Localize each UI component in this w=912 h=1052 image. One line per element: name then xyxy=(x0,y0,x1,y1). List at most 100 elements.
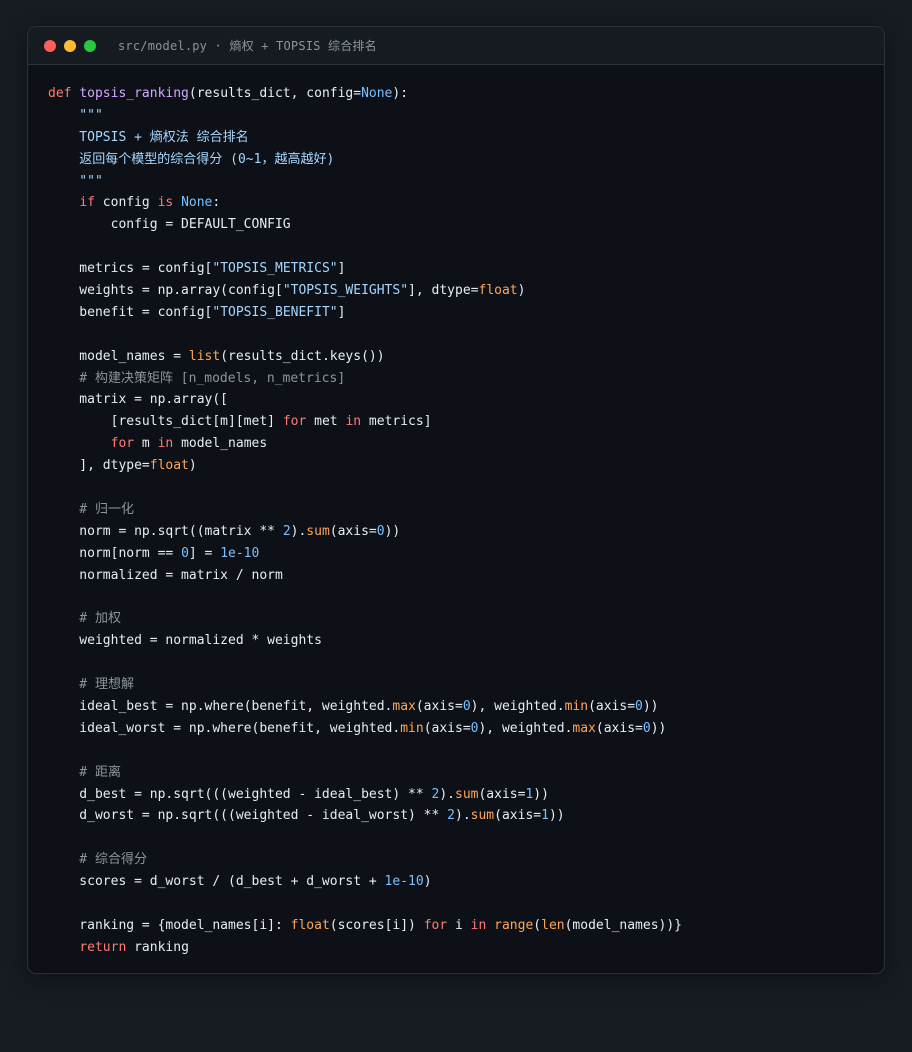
code-line: weights = np.array(config["TOPSIS_WEIGHT… xyxy=(48,280,884,302)
code-token: topsis_ranking xyxy=(79,86,189,101)
code-token: ) xyxy=(517,283,526,299)
code-token: [results_dict[m][met] xyxy=(48,414,283,430)
code-token: sum xyxy=(455,786,479,802)
code-token: 1e-10 xyxy=(384,874,424,890)
window-titlebar: src/model.py · 熵权 + TOPSIS 综合排名 xyxy=(28,27,884,65)
code-token: for xyxy=(423,917,448,933)
code-line: return ranking xyxy=(48,937,884,959)
code-line: [results_dict[m][met] for met in metrics… xyxy=(48,411,884,433)
code-token: for xyxy=(110,436,135,452)
code-line: matrix = np.array([ xyxy=(48,389,884,411)
code-token: d_worst = np.sqrt(((weighted - ideal_wor… xyxy=(48,808,448,824)
code-token: m xyxy=(134,436,158,452)
code-token: 0 xyxy=(376,523,385,539)
code-line: ], dtype=float) xyxy=(48,455,884,477)
code-token: ranking = {model_names[i]: xyxy=(48,917,291,933)
code-token: "TOPSIS_METRICS" xyxy=(212,261,338,277)
code-token: (axis= xyxy=(494,808,542,824)
code-token: if xyxy=(79,195,95,211)
code-token: ], dtype= xyxy=(408,283,479,299)
code-line: norm[norm == 0] = 1e-10 xyxy=(48,543,884,565)
code-token: max xyxy=(572,720,596,736)
code-token: 2 xyxy=(447,808,455,824)
code-token: ), weighted. xyxy=(478,720,573,736)
code-token: 1e-10 xyxy=(220,545,260,561)
code-token: norm = np.sqrt((matrix ** xyxy=(48,523,283,539)
code-line: for m in model_names xyxy=(48,433,884,455)
code-line: 返回每个模型的综合得分 (0~1，越高越好) xyxy=(48,149,884,171)
code-line: ideal_worst = np.where(benefit, weighted… xyxy=(48,718,884,740)
code-block[interactable]: def topsis_ranking(results_dict, config=… xyxy=(28,65,884,959)
code-token: config = DEFAULT_CONFIG xyxy=(48,217,291,233)
code-token: # 距离 xyxy=(48,764,121,780)
code-token: ] = xyxy=(188,545,221,561)
code-token: list xyxy=(188,348,221,364)
code-token: ] xyxy=(337,304,346,320)
code-token: model_names = xyxy=(48,348,189,364)
minimize-window-button[interactable] xyxy=(64,39,76,52)
maximize-window-button[interactable] xyxy=(84,39,96,52)
code-line: # 理想解 xyxy=(48,674,884,696)
code-token: return xyxy=(79,939,127,955)
code-token: 1 xyxy=(541,808,549,824)
code-line: # 归一化 xyxy=(48,499,884,521)
code-token: for xyxy=(282,414,307,430)
code-token: sum xyxy=(470,808,495,824)
code-token: 返回每个模型的综合得分 (0~1，越高越好) xyxy=(48,151,335,167)
code-token: float xyxy=(478,283,518,299)
code-token: )) xyxy=(548,808,565,824)
code-line: """ xyxy=(48,105,884,127)
code-token: is xyxy=(157,195,174,211)
code-line: normalized = matrix / norm xyxy=(48,565,884,587)
code-token: # 理想解 xyxy=(48,677,134,693)
code-token: float xyxy=(149,458,189,474)
code-token: sum xyxy=(306,523,330,539)
close-window-button[interactable] xyxy=(44,39,56,52)
code-line: model_names = list(results_dict.keys()) xyxy=(48,346,884,368)
code-token: ). xyxy=(455,808,471,824)
code-line: TOPSIS + 熵权法 综合排名 xyxy=(48,127,884,149)
code-token: max xyxy=(392,698,416,714)
code-token: len xyxy=(541,917,565,933)
code-line: if config is None: xyxy=(48,192,884,214)
code-token: ) xyxy=(188,458,197,474)
code-line: # 构建决策矩阵 [n_models, n_metrics] xyxy=(48,368,884,390)
code-token: i xyxy=(447,917,471,933)
code-token: ) xyxy=(423,874,432,890)
code-token: (axis= xyxy=(588,698,636,714)
code-token: float xyxy=(290,917,330,933)
code-token: """ xyxy=(48,107,103,123)
code-token: in xyxy=(470,917,487,933)
code-token: weighted = normalized * weights xyxy=(48,633,322,649)
code-line: def topsis_ranking(results_dict, config=… xyxy=(48,83,884,105)
code-token: (axis= xyxy=(415,698,463,714)
code-token: )) xyxy=(650,720,667,736)
code-token: min xyxy=(564,698,589,714)
code-token: ( xyxy=(533,917,542,933)
code-token: (axis= xyxy=(423,720,471,736)
code-line: """ xyxy=(48,171,884,193)
code-line: scores = d_worst / (d_best + d_worst + 1… xyxy=(48,871,884,893)
code-token: in xyxy=(345,414,362,430)
code-token: "TOPSIS_BENEFIT" xyxy=(212,304,338,320)
code-token: : xyxy=(212,195,221,211)
code-token: 0 xyxy=(181,545,189,561)
code-token: (results_dict.keys()) xyxy=(220,348,385,364)
code-line: d_worst = np.sqrt(((weighted - ideal_wor… xyxy=(48,805,884,827)
code-window: src/model.py · 熵权 + TOPSIS 综合排名 def tops… xyxy=(27,26,885,974)
code-token: min xyxy=(400,720,424,736)
code-token: (axis= xyxy=(478,786,526,802)
code-token: metrics] xyxy=(361,414,432,430)
code-line: ranking = {model_names[i]: float(scores[… xyxy=(48,915,884,937)
code-line: benefit = config["TOPSIS_BENEFIT"] xyxy=(48,302,884,324)
code-token: 0 xyxy=(635,698,643,714)
code-token: ], dtype= xyxy=(48,458,150,474)
code-token: (model_names))} xyxy=(564,917,683,933)
